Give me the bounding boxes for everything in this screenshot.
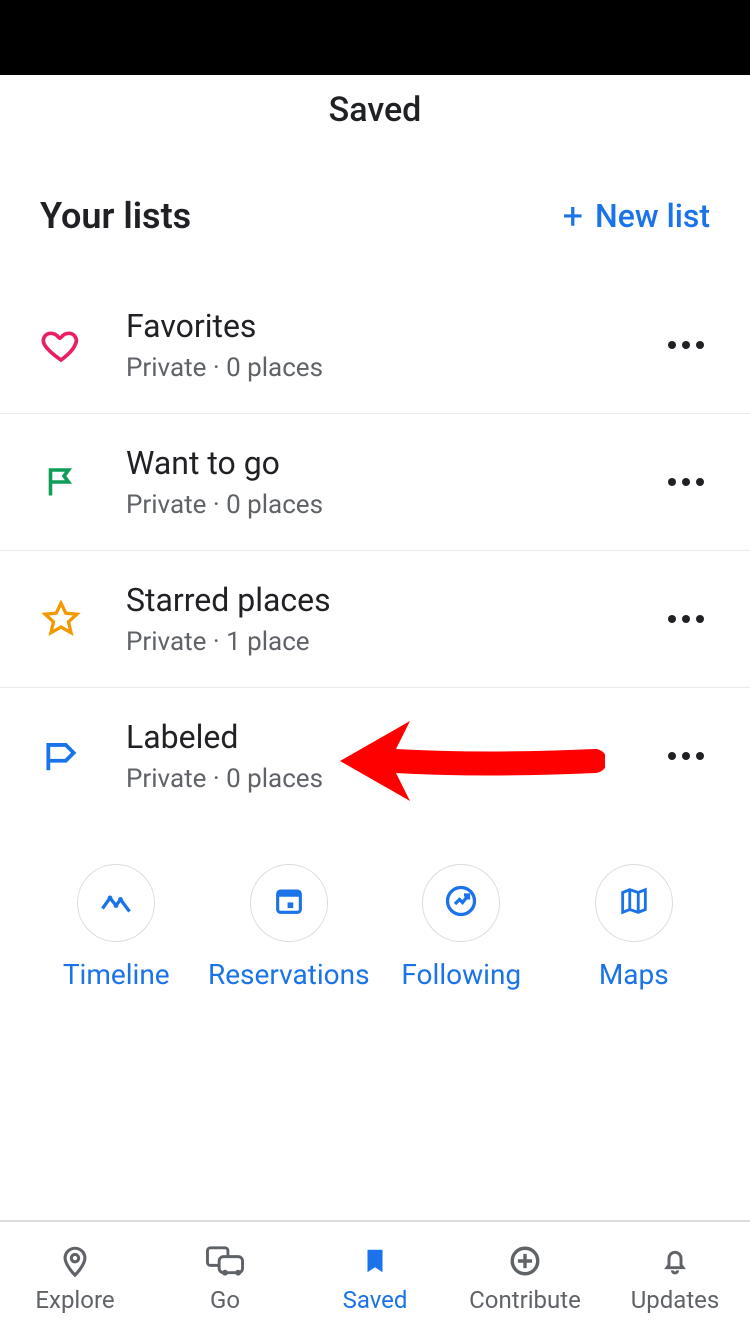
tab-label: Contribute xyxy=(469,1286,581,1314)
new-list-button[interactable]: + New list xyxy=(563,197,710,235)
list-name: Want to go xyxy=(126,444,662,482)
quick-reservations[interactable]: Reservations xyxy=(204,864,374,991)
quick-label: Following xyxy=(401,958,521,991)
more-icon xyxy=(668,478,704,486)
tab-explore[interactable]: Explore xyxy=(0,1222,150,1334)
status-bar xyxy=(0,0,750,75)
tab-saved[interactable]: Saved xyxy=(300,1222,450,1334)
more-icon xyxy=(668,752,704,760)
list-name: Starred places xyxy=(126,581,662,619)
list-subtext: Private · 0 places xyxy=(126,490,662,520)
tab-label: Saved xyxy=(343,1286,408,1314)
tab-label: Explore xyxy=(35,1286,114,1314)
tab-contribute[interactable]: Contribute xyxy=(450,1222,600,1334)
list-name: Labeled xyxy=(126,718,662,756)
tab-label: Go xyxy=(210,1286,240,1314)
list-subtext: Private · 1 place xyxy=(126,627,662,657)
quick-label: Reservations xyxy=(208,958,370,991)
section-title: Your lists xyxy=(40,195,191,237)
list-item-favorites[interactable]: Favorites Private · 0 places xyxy=(0,267,750,414)
quick-following[interactable]: Following xyxy=(376,864,546,991)
tab-bar: Explore Go Saved Contribute Updates xyxy=(0,1220,750,1334)
lists-container: Favorites Private · 0 places Want to go … xyxy=(0,267,750,824)
more-button[interactable] xyxy=(662,341,710,349)
commute-icon xyxy=(206,1242,244,1280)
timeline-icon xyxy=(98,883,134,923)
more-button[interactable] xyxy=(662,615,710,623)
heart-icon xyxy=(40,324,82,366)
page-title: Saved xyxy=(329,90,422,130)
header: Saved xyxy=(0,75,750,145)
flag-icon xyxy=(40,461,82,503)
more-button[interactable] xyxy=(662,752,710,760)
plus-icon: + xyxy=(563,198,583,234)
quick-label: Timeline xyxy=(63,958,170,991)
star-icon xyxy=(40,598,82,640)
tab-go[interactable]: Go xyxy=(150,1222,300,1334)
tab-updates[interactable]: Updates xyxy=(600,1222,750,1334)
pin-icon xyxy=(56,1242,94,1280)
following-icon xyxy=(443,883,479,923)
add-circle-icon xyxy=(506,1242,544,1280)
calendar-icon xyxy=(272,884,306,922)
maps-icon xyxy=(617,884,651,922)
list-item-starred[interactable]: Starred places Private · 1 place xyxy=(0,551,750,688)
label-icon xyxy=(40,735,82,777)
bell-icon xyxy=(656,1242,694,1280)
list-item-labeled[interactable]: Labeled Private · 0 places xyxy=(0,688,750,824)
quick-timeline[interactable]: Timeline xyxy=(31,864,201,991)
new-list-label: New list xyxy=(595,197,710,235)
more-icon xyxy=(668,341,704,349)
list-name: Favorites xyxy=(126,307,662,345)
bookmark-icon xyxy=(356,1242,394,1280)
tab-label: Updates xyxy=(631,1286,720,1314)
list-subtext: Private · 0 places xyxy=(126,353,662,383)
section-header: Your lists + New list xyxy=(0,145,750,267)
list-subtext: Private · 0 places xyxy=(126,764,662,794)
quick-maps[interactable]: Maps xyxy=(549,864,719,991)
quick-label: Maps xyxy=(599,958,669,991)
quick-links: Timeline Reservations Following Maps xyxy=(0,824,750,991)
more-icon xyxy=(668,615,704,623)
more-button[interactable] xyxy=(662,478,710,486)
list-item-want-to-go[interactable]: Want to go Private · 0 places xyxy=(0,414,750,551)
